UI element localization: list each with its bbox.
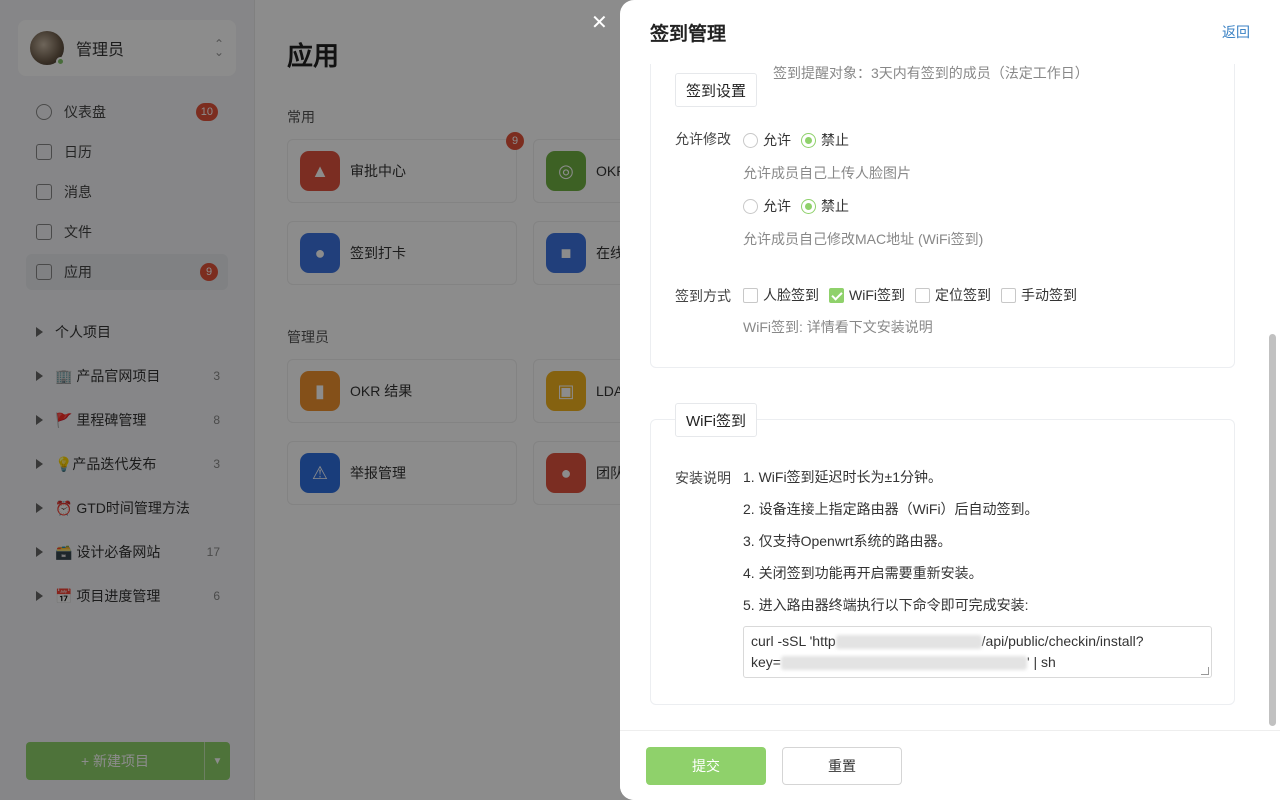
checkbox-location[interactable]: 定位签到: [915, 285, 991, 305]
checkin-drawer: 签到管理 返回 签到提醒对象：3天内有签到的成员（法定工作日） 签到设置 允许修…: [620, 0, 1280, 800]
checkbox-box[interactable]: [829, 287, 844, 303]
scrollbar-thumb[interactable]: [1269, 334, 1276, 726]
face-upload-hint: 允许成员自己上传人脸图片: [743, 165, 911, 181]
command-line-1: curl -sSL 'http/api/public/checkin/insta…: [751, 631, 1204, 652]
wifi-checkin-panel: WiFi签到 安装说明 1. WiFi签到延迟时长为±1分钟。 2. 设备连接上…: [650, 403, 1235, 705]
drawer-header: 签到管理 返回: [620, 0, 1280, 64]
redacted-url: [835, 635, 982, 650]
close-icon[interactable]: ✕: [591, 10, 608, 35]
checkin-settings-panel: 签到提醒对象：3天内有签到的成员（法定工作日） 签到设置 允许修改 允许 禁止 …: [650, 64, 1235, 368]
reset-button[interactable]: 重置: [782, 746, 902, 785]
checkbox-label: 人脸签到: [763, 287, 819, 303]
install-step: 1. WiFi签到延迟时长为±1分钟。: [743, 469, 943, 485]
checkbox-face[interactable]: 人脸签到: [743, 285, 819, 305]
allow-edit-label: 允许修改: [675, 131, 731, 147]
checkin-method-hint: WiFi签到: 详情看下文安装说明: [743, 319, 933, 335]
command-line-2: key= ' | sh: [751, 652, 1204, 673]
radio-circle[interactable]: [801, 132, 816, 148]
drawer-title: 签到管理: [650, 23, 727, 45]
remind-target-text: 签到提醒对象：3天内有签到的成员（法定工作日）: [773, 65, 1089, 81]
install-instructions-label: 安装说明: [675, 470, 731, 486]
checkin-method-label: 签到方式: [675, 288, 731, 304]
checkbox-label: 定位签到: [935, 287, 991, 303]
radio-forbid-face[interactable]: 禁止: [801, 130, 849, 150]
install-step: 5. 进入路由器终端执行以下命令即可完成安装:: [743, 597, 1029, 613]
radio-label: 允许: [763, 132, 791, 148]
submit-button[interactable]: 提交: [646, 746, 766, 785]
checkbox-box[interactable]: [1001, 287, 1016, 303]
radio-label: 禁止: [821, 132, 849, 148]
drawer-footer: 提交 重置: [620, 730, 1280, 800]
settings-tag: 签到设置: [675, 73, 758, 107]
mac-edit-hint: 允许成员自己修改MAC地址 (WiFi签到): [743, 231, 984, 247]
checkbox-wifi[interactable]: WiFi签到: [829, 285, 905, 305]
radio-label: 允许: [763, 198, 791, 214]
resize-handle-icon[interactable]: [1201, 667, 1209, 675]
radio-allow-mac[interactable]: 允许: [743, 196, 791, 216]
command-key-prefix: key=: [751, 654, 781, 670]
install-step: 2. 设备连接上指定路由器（WiFi）后自动签到。: [743, 501, 1039, 517]
mac-edit-radio-group: 允许 禁止: [743, 196, 859, 216]
command-prefix: curl -sSL 'http: [751, 633, 836, 649]
radio-forbid-mac[interactable]: 禁止: [801, 196, 849, 216]
install-step: 3. 仅支持Openwrt系统的路由器。: [743, 533, 952, 549]
install-command-textarea[interactable]: curl -sSL 'http/api/public/checkin/insta…: [743, 626, 1212, 678]
install-steps: 1. WiFi签到延迟时长为±1分钟。 2. 设备连接上指定路由器（WiFi）后…: [743, 468, 1039, 628]
radio-circle[interactable]: [743, 198, 758, 214]
checkbox-box[interactable]: [915, 287, 930, 303]
install-step: 4. 关闭签到功能再开启需要重新安装。: [743, 565, 983, 581]
radio-allow-face[interactable]: 允许: [743, 130, 791, 150]
face-edit-radio-group: 允许 禁止: [743, 130, 859, 150]
checkbox-label: WiFi签到: [849, 287, 905, 303]
command-path: /api/public/checkin/install?: [981, 633, 1144, 649]
radio-label: 禁止: [821, 198, 849, 214]
command-suffix: ' | sh: [1026, 654, 1056, 670]
checkbox-label: 手动签到: [1021, 287, 1077, 303]
radio-circle[interactable]: [743, 132, 758, 148]
checkbox-box[interactable]: [743, 287, 758, 303]
checkin-method-group: 人脸签到 WiFi签到 定位签到 手动签到: [743, 285, 1087, 305]
back-link[interactable]: 返回: [1222, 22, 1250, 42]
checkbox-manual[interactable]: 手动签到: [1001, 285, 1077, 305]
radio-circle[interactable]: [801, 198, 816, 214]
drawer-body: 签到提醒对象：3天内有签到的成员（法定工作日） 签到设置 允许修改 允许 禁止 …: [620, 64, 1280, 730]
redacted-key: [780, 656, 1027, 671]
wifi-tag: WiFi签到: [675, 403, 757, 437]
